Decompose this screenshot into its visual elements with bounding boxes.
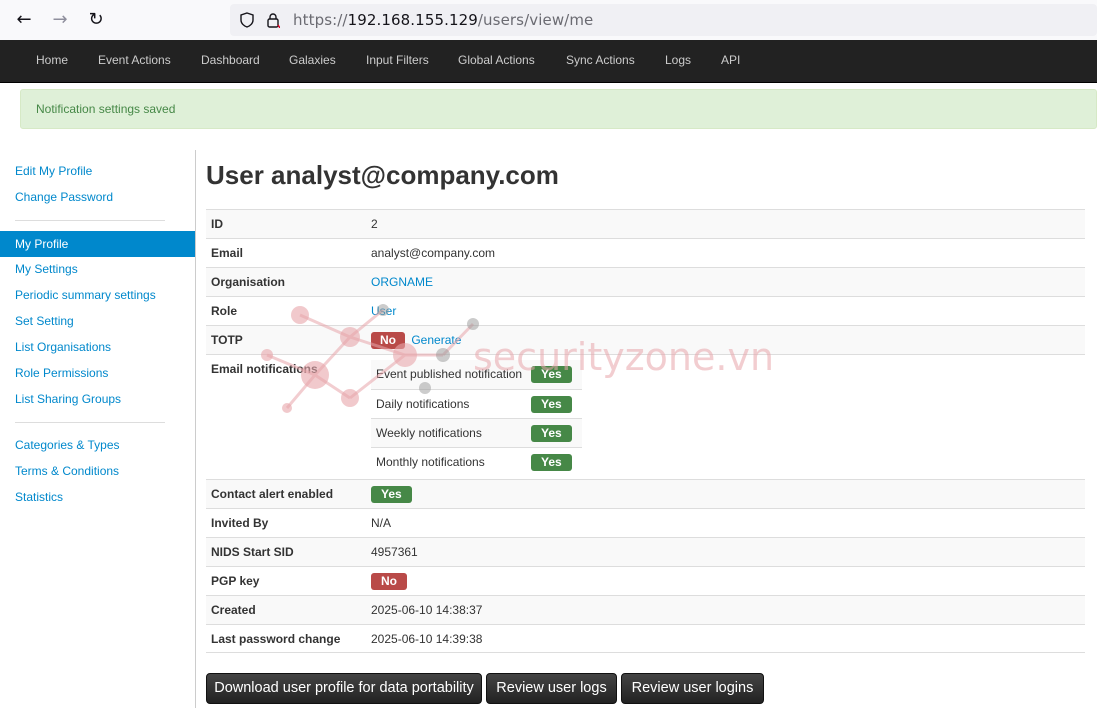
status-badge: Yes (531, 425, 572, 442)
nav-global-actions[interactable]: Global Actions (458, 53, 535, 67)
nav-event-actions[interactable]: Event Actions (98, 53, 171, 67)
role-link[interactable]: User (371, 304, 396, 318)
table-row: ID 2 (206, 209, 1085, 238)
notification-label: Weekly notifications (376, 426, 482, 440)
table-row: Contact alert enabled Yes (206, 479, 1085, 508)
row-label: Invited By (211, 516, 269, 530)
notification-label: Monthly notifications (376, 455, 485, 469)
row-label: PGP key (211, 574, 260, 588)
forward-arrow-icon[interactable]: → (49, 9, 71, 31)
totp-value: No Generate (371, 332, 461, 349)
alert-message: Notification settings saved (36, 102, 176, 116)
row-label: Contact alert enabled (211, 487, 334, 501)
url-text: https://192.168.155.129/users/view/me (293, 11, 594, 29)
nav-sync-actions[interactable]: Sync Actions (566, 53, 635, 67)
sidebar-item-label: My Profile (15, 237, 69, 251)
invited-by-value: N/A (371, 516, 392, 530)
sidebar-item-categories-types[interactable]: Categories & Types (15, 438, 120, 452)
organisation-link[interactable]: ORGNAME (371, 275, 433, 289)
download-profile-button[interactable]: Download user profile for data portabili… (206, 673, 482, 704)
sidebar-item-edit-profile[interactable]: Edit My Profile (15, 164, 92, 178)
status-badge: Yes (531, 366, 572, 383)
shield-icon[interactable] (240, 12, 254, 28)
contact-alert-value: Yes (371, 486, 412, 503)
row-label: Created (211, 603, 256, 617)
user-id-value: 2 (371, 217, 378, 231)
sidebar-item-my-settings[interactable]: My Settings (15, 262, 78, 276)
address-bar[interactable]: https://192.168.155.129/users/view/me (230, 4, 1097, 36)
table-row: TOTP No Generate (206, 325, 1085, 354)
status-badge: No (371, 573, 407, 590)
row-label: ID (211, 217, 223, 231)
sidebar-divider (15, 220, 165, 221)
row-label: NIDS Start SID (211, 545, 294, 559)
row-label: Email (211, 246, 244, 260)
sidebar-item-periodic-summary[interactable]: Periodic summary settings (15, 288, 156, 302)
row-label: Last password change (211, 632, 341, 646)
status-badge: Yes (371, 486, 412, 503)
list-item: Weekly notifications Yes (371, 418, 582, 447)
nids-sid-value: 4957361 (371, 545, 418, 559)
nav-dashboard[interactable]: Dashboard (201, 53, 260, 67)
page-title: User analyst@company.com (206, 160, 559, 190)
sidebar-item-list-organisations[interactable]: List Organisations (15, 340, 111, 354)
row-label: TOTP (211, 333, 243, 347)
list-item: Event published notification Yes (371, 360, 582, 389)
notification-label: Event published notification (376, 367, 523, 381)
table-row: Last password change 2025-06-10 14:39:38 (206, 624, 1085, 653)
nav-home[interactable]: Home (36, 53, 68, 67)
row-label: Role (211, 304, 238, 318)
row-label: Organisation (211, 275, 286, 289)
sidebar-item-role-permissions[interactable]: Role Permissions (15, 366, 108, 380)
back-arrow-icon[interactable]: ← (13, 9, 35, 31)
notification-label: Daily notifications (376, 397, 470, 411)
sidebar-item-change-password[interactable]: Change Password (15, 190, 113, 204)
created-value: 2025-06-10 14:38:37 (371, 603, 483, 617)
pgp-key-value: No (371, 573, 407, 590)
list-item: Monthly notifications Yes (371, 447, 582, 476)
table-row: Email notifications Event published noti… (206, 354, 1085, 479)
top-navbar: Home Event Actions Dashboard Galaxies In… (0, 40, 1097, 83)
table-row: NIDS Start SID 4957361 (206, 537, 1085, 566)
sidebar-item-statistics[interactable]: Statistics (15, 490, 63, 504)
status-badge: Yes (531, 396, 572, 413)
table-row: Created 2025-06-10 14:38:37 (206, 595, 1085, 624)
success-alert: Notification settings saved (20, 89, 1097, 129)
sidebar-item-sharing-groups[interactable]: List Sharing Groups (15, 392, 121, 406)
nav-logs[interactable]: Logs (665, 53, 691, 67)
password-change-value: 2025-06-10 14:39:38 (371, 632, 483, 646)
review-logs-button[interactable]: Review user logs (486, 673, 617, 704)
list-item: Daily notifications Yes (371, 389, 582, 418)
table-row: Organisation ORGNAME (206, 267, 1085, 296)
table-row: Invited By N/A (206, 508, 1085, 537)
row-label: Email notifications (211, 362, 318, 376)
table-row: PGP key No (206, 566, 1085, 595)
sidebar-divider (15, 422, 165, 423)
email-value: analyst@company.com (371, 246, 496, 260)
totp-status-badge: No (371, 332, 405, 349)
table-row: Email analyst@company.com (206, 238, 1085, 267)
nav-galaxies[interactable]: Galaxies (289, 53, 336, 67)
sidebar-item-set-setting[interactable]: Set Setting (15, 314, 74, 328)
table-row: Role User (206, 296, 1085, 325)
sidebar-separator (195, 150, 196, 708)
status-badge: Yes (531, 454, 572, 471)
sidebar-item-my-profile[interactable]: My Profile (0, 231, 195, 257)
totp-generate-link[interactable]: Generate (411, 333, 461, 347)
browser-toolbar: ← → ↻ https://192.168.155.129/users/view… (0, 0, 1097, 40)
lock-icon[interactable] (266, 12, 280, 28)
review-logins-button[interactable]: Review user logins (621, 673, 764, 704)
nav-input-filters[interactable]: Input Filters (366, 53, 429, 67)
sidebar-item-terms-conditions[interactable]: Terms & Conditions (15, 464, 119, 478)
reload-icon[interactable]: ↻ (85, 9, 107, 31)
nav-api[interactable]: API (721, 53, 740, 67)
